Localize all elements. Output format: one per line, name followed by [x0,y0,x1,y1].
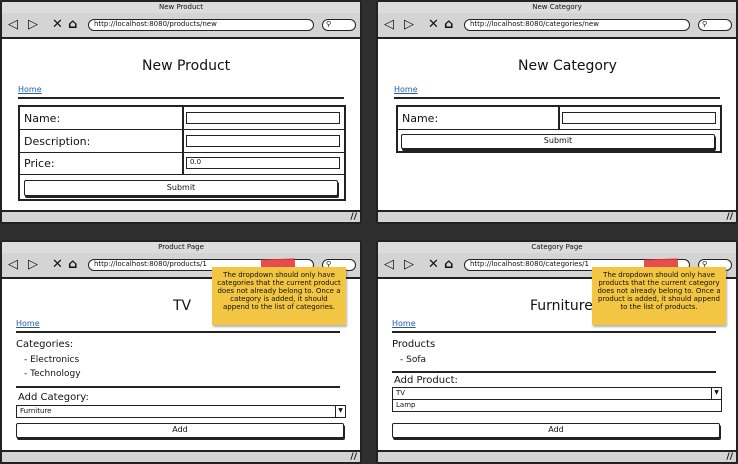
form-row-description: Description: [20,130,344,153]
stop-icon[interactable]: ✕ [428,18,439,32]
home-link[interactable]: Home [394,85,418,94]
price-input[interactable]: 0.0 [186,157,340,169]
new-category-form: Name: Submit [396,105,722,153]
page-title: Furniture [530,298,593,314]
resize-grip-icon[interactable]: // [726,452,733,462]
resize-grip-icon[interactable]: // [350,452,357,462]
home-icon[interactable]: ⌂ [444,258,453,272]
forward-icon[interactable]: ▷ [28,258,38,272]
name-input[interactable] [186,112,340,124]
window-title: Category Page [378,242,736,253]
forward-icon[interactable]: ▷ [404,258,414,272]
form-row-name: Name: [20,107,344,130]
back-icon[interactable]: ◁ [8,18,18,32]
browser-toolbar: ◁ ▷ ✕ ⌂ http://localhost:8080/categories… [378,13,736,39]
products-label: Products [392,339,436,350]
submit-button[interactable]: Submit [24,180,338,196]
stop-icon[interactable]: ✕ [52,258,63,272]
product-select[interactable]: TV ▼ [392,387,722,400]
name-label: Name: [24,112,61,125]
window-title: Product Page [2,242,360,253]
stop-icon[interactable]: ✕ [428,258,439,272]
form-row-name: Name: [398,107,720,130]
home-icon[interactable]: ⌂ [444,18,453,32]
submit-button[interactable]: Submit [401,134,715,149]
sticky-note: The dropdown should only have categories… [212,267,346,325]
name-label: Name: [402,112,439,125]
list-item: - Sofa [400,355,427,365]
categories-label: Categories: [16,339,74,350]
home-link[interactable]: Home [392,319,416,328]
page-title: New Category [518,58,617,74]
status-bar: // [378,210,736,222]
name-input[interactable] [562,112,716,124]
product-select-value: TV [396,389,406,397]
chevron-down-icon[interactable]: ▼ [711,388,721,399]
divider [394,97,720,99]
add-button[interactable]: Add [392,423,720,438]
window-title: New Product [2,2,360,13]
chevron-down-icon[interactable]: ▼ [335,406,345,417]
stop-icon[interactable]: ✕ [52,18,63,32]
status-bar: // [2,450,360,462]
divider [16,331,340,333]
back-icon[interactable]: ◁ [384,258,394,272]
dropdown-option[interactable]: Lamp [392,400,722,412]
home-icon[interactable]: ⌂ [68,18,77,32]
status-bar: // [378,450,736,462]
home-link[interactable]: Home [16,319,40,328]
divider [16,386,340,388]
home-icon[interactable]: ⌂ [68,258,77,272]
add-category-label: Add Category: [18,392,89,403]
page-title: TV [173,298,192,314]
search-icon: ⚲ [702,20,708,28]
list-item: - Technology [24,369,81,379]
resize-grip-icon[interactable]: // [726,212,733,222]
status-bar: // [2,210,360,222]
browser-toolbar: ◁ ▷ ✕ ⌂ http://localhost:8080/products/n… [2,13,360,39]
divider [18,97,344,99]
list-item: - Electronics [24,355,80,365]
price-label: Price: [24,157,55,170]
window-product-page: Product Page ◁ ▷ ✕ ⌂ http://localhost:80… [0,240,362,464]
window-new-product: New Product ◁ ▷ ✕ ⌂ http://localhost:808… [0,0,362,224]
url-bar[interactable]: http://localhost:8080/products/new [88,19,314,31]
search-box[interactable]: ⚲ [698,19,732,31]
new-product-form: Name: Description: Price: 0.0 Submit [18,105,346,201]
window-title: New Category [378,2,736,13]
back-icon[interactable]: ◁ [384,18,394,32]
page-content: TV Home Categories: - Electronics - Tech… [2,258,360,450]
forward-icon[interactable]: ▷ [28,18,38,32]
form-row-price: Price: 0.0 [20,153,344,175]
page-content: New Product Home Name: Description: Pric… [2,39,360,210]
description-input[interactable] [186,135,340,147]
description-label: Description: [24,135,91,148]
resize-grip-icon[interactable]: // [350,212,357,222]
url-bar[interactable]: http://localhost:8080/categories/new [464,19,690,31]
divider [392,371,716,373]
add-button[interactable]: Add [16,423,344,438]
search-icon: ⚲ [326,20,332,28]
page-content: New Category Home Name: Submit [378,39,736,210]
window-category-page: Category Page ◁ ▷ ✕ ⌂ http://localhost:8… [376,240,738,464]
search-box[interactable]: ⚲ [322,19,356,31]
page-title: New Product [142,58,231,74]
divider [392,331,716,333]
home-link[interactable]: Home [18,85,42,94]
category-select[interactable]: Furniture ▼ [16,405,346,418]
window-new-category: New Category ◁ ▷ ✕ ⌂ http://localhost:80… [376,0,738,224]
back-icon[interactable]: ◁ [8,258,18,272]
add-product-label: Add Product: [394,375,458,386]
page-content: Furniture Home Products - Sofa Add Produ… [378,258,736,450]
forward-icon[interactable]: ▷ [404,18,414,32]
sticky-note: The dropdown should only have products t… [592,267,726,325]
category-select-value: Furniture [20,407,52,415]
